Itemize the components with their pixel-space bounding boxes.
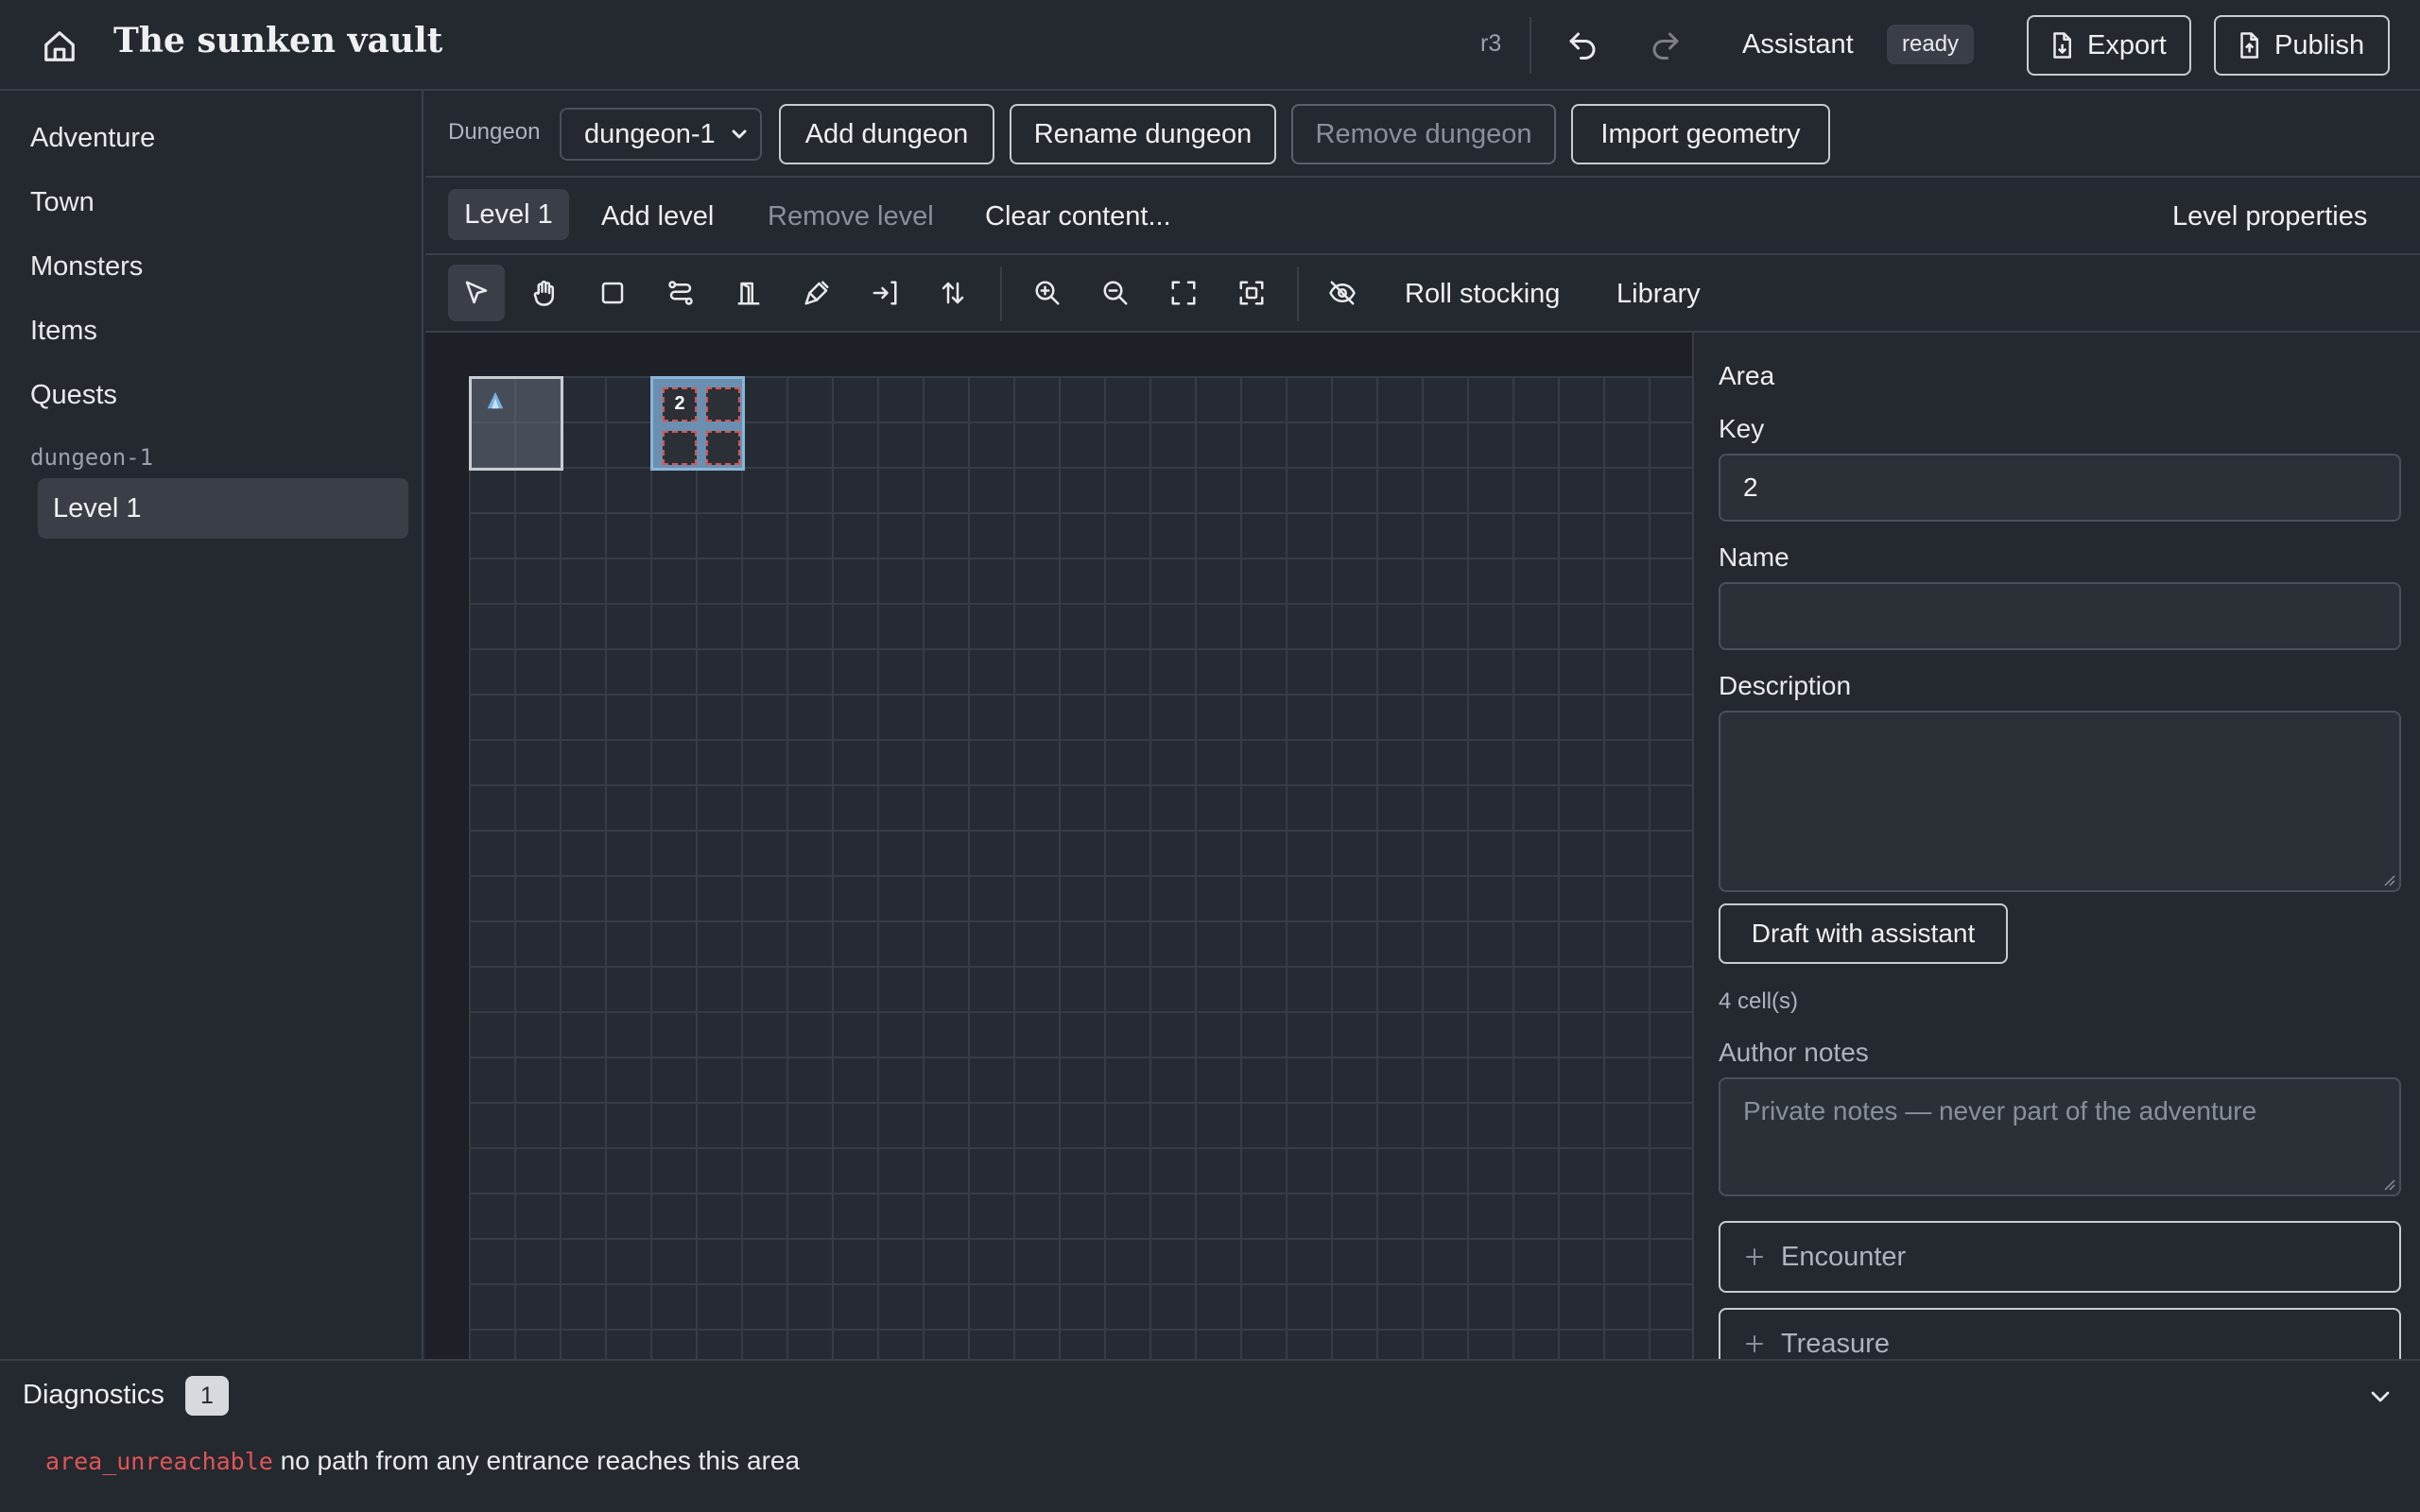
- cell-count-label: 4 cell(s): [1719, 988, 1799, 1014]
- sidebar: Adventure Town Monsters Items Quests dun…: [0, 91, 424, 1359]
- add-level-button[interactable]: Add level: [601, 201, 714, 232]
- description-textarea[interactable]: [1719, 711, 2401, 892]
- stairs-icon[interactable]: [925, 265, 981, 321]
- encounter-label: Encounter: [1781, 1241, 1907, 1272]
- map-cell[interactable]: [663, 431, 697, 465]
- zoom-in-icon[interactable]: [1019, 265, 1076, 321]
- sidebar-item-town[interactable]: Town: [30, 187, 95, 218]
- level-properties-button[interactable]: Level properties: [2172, 201, 2367, 232]
- publish-icon: [2235, 31, 2263, 60]
- sidebar-item-items[interactable]: Items: [30, 316, 97, 347]
- sidebar-item-monsters[interactable]: Monsters: [30, 251, 143, 283]
- plus-icon: [1743, 1246, 1766, 1268]
- paint-brush-icon[interactable]: [788, 265, 845, 321]
- map-grid[interactable]: [469, 376, 1692, 1359]
- map-area-selected[interactable]: 2: [650, 376, 745, 471]
- fit-icon[interactable]: [1155, 265, 1212, 321]
- inspector-title: Area: [1719, 361, 1775, 390]
- app-header: The sunken vault r3 Assistant ready Expo…: [0, 0, 2420, 91]
- dungeon-label: Dungeon: [448, 119, 541, 145]
- diagnostics-panel: Diagnostics 1 area_unreachable no path f…: [0, 1359, 2420, 1512]
- diagnostics-count-badge: 1: [185, 1376, 229, 1416]
- diagnostics-title[interactable]: Diagnostics: [23, 1380, 164, 1411]
- roll-stocking-button[interactable]: Roll stocking: [1405, 279, 1560, 310]
- add-treasure-button[interactable]: Treasure: [1719, 1308, 2401, 1359]
- key-label: Key: [1719, 414, 1765, 443]
- export-label: Export: [2087, 29, 2167, 60]
- resize-handle-icon[interactable]: [2380, 1176, 2395, 1191]
- resize-handle-icon[interactable]: [2380, 871, 2395, 886]
- area-key-label: 2: [663, 387, 697, 421]
- remove-level-button[interactable]: Remove level: [768, 201, 934, 232]
- door-icon[interactable]: [720, 265, 777, 321]
- map-cell[interactable]: [706, 387, 740, 421]
- remove-dungeon-button[interactable]: Remove dungeon: [1291, 104, 1556, 164]
- map-cell[interactable]: [706, 431, 740, 465]
- zoom-out-icon[interactable]: [1087, 265, 1144, 321]
- assistant-label[interactable]: Assistant: [1742, 29, 1854, 60]
- publish-button[interactable]: Publish: [2214, 15, 2390, 76]
- treasure-label: Treasure: [1781, 1328, 1890, 1359]
- focus-selection-icon[interactable]: [1223, 265, 1280, 321]
- sidebar-item-level-1[interactable]: Level 1: [38, 478, 408, 539]
- sidebar-item-quests[interactable]: Quests: [30, 380, 117, 411]
- chevron-down-icon[interactable]: [2365, 1382, 2395, 1412]
- author-notes-textarea[interactable]: Private notes — never part of the advent…: [1719, 1077, 2401, 1196]
- select-icon[interactable]: [448, 265, 505, 321]
- map-toolbar: Roll stocking Library: [425, 255, 2420, 333]
- dungeon-select-value: dungeon-1: [584, 119, 716, 149]
- undo-icon[interactable]: [1565, 28, 1599, 62]
- corridor-icon[interactable]: [652, 265, 709, 321]
- description-label: Description: [1719, 671, 1852, 700]
- tab-level-1[interactable]: Level 1: [448, 189, 569, 240]
- sidebar-dungeon-group: dungeon-1: [30, 444, 154, 471]
- entrance-marker-icon: [485, 390, 506, 411]
- plus-icon: [1743, 1332, 1766, 1355]
- toolbar-divider: [1297, 266, 1299, 321]
- author-notes-placeholder: Private notes — never part of the advent…: [1743, 1096, 2257, 1125]
- dungeon-bar: Dungeon dungeon-1 Add dungeon Rename dun…: [425, 91, 2420, 178]
- chevron-down-icon: [728, 123, 751, 146]
- hide-icon[interactable]: [1314, 265, 1371, 321]
- assistant-status-badge: ready: [1887, 25, 1975, 64]
- level-bar: Level 1 Add level Remove level Clear con…: [425, 178, 2420, 255]
- import-geometry-button[interactable]: Import geometry: [1571, 104, 1830, 164]
- adventure-title: The sunken vault: [113, 21, 443, 60]
- key-input[interactable]: 2: [1719, 454, 2401, 522]
- area-inspector: Area Key 2 Name Description Draft with a…: [1692, 333, 2420, 1359]
- home-icon[interactable]: [42, 28, 78, 64]
- dungeon-select[interactable]: dungeon-1: [560, 108, 762, 161]
- clear-content-button[interactable]: Clear content...: [985, 201, 1171, 232]
- rename-dungeon-button[interactable]: Rename dungeon: [1010, 104, 1276, 164]
- revision-label: r3: [1480, 30, 1502, 57]
- add-dungeon-button[interactable]: Add dungeon: [779, 104, 994, 164]
- library-button[interactable]: Library: [1616, 279, 1701, 310]
- diagnostic-message: no path from any entrance reaches this a…: [280, 1446, 801, 1475]
- diagnostic-code: area_unreachable: [45, 1448, 273, 1475]
- header-divider: [1530, 17, 1531, 74]
- map-canvas[interactable]: 2: [425, 333, 1692, 1359]
- name-input[interactable]: [1719, 582, 2401, 650]
- pan-hand-icon[interactable]: [516, 265, 573, 321]
- entrance-icon[interactable]: [856, 265, 913, 321]
- map-area-entrance-room[interactable]: [469, 376, 563, 471]
- redo-icon[interactable]: [1649, 28, 1683, 62]
- add-encounter-button[interactable]: Encounter: [1719, 1221, 2401, 1293]
- export-icon: [2048, 31, 2076, 60]
- publish-label: Publish: [2274, 29, 2365, 60]
- room-rect-icon[interactable]: [584, 265, 641, 321]
- toolbar-divider: [1000, 266, 1002, 321]
- sidebar-item-adventure[interactable]: Adventure: [30, 123, 155, 154]
- author-notes-label: Author notes: [1719, 1038, 1869, 1067]
- diagnostic-item[interactable]: area_unreachable no path from any entran…: [45, 1446, 800, 1476]
- name-label: Name: [1719, 542, 1789, 572]
- export-button[interactable]: Export: [2027, 15, 2191, 76]
- draft-with-assistant-button[interactable]: Draft with assistant: [1719, 903, 2008, 964]
